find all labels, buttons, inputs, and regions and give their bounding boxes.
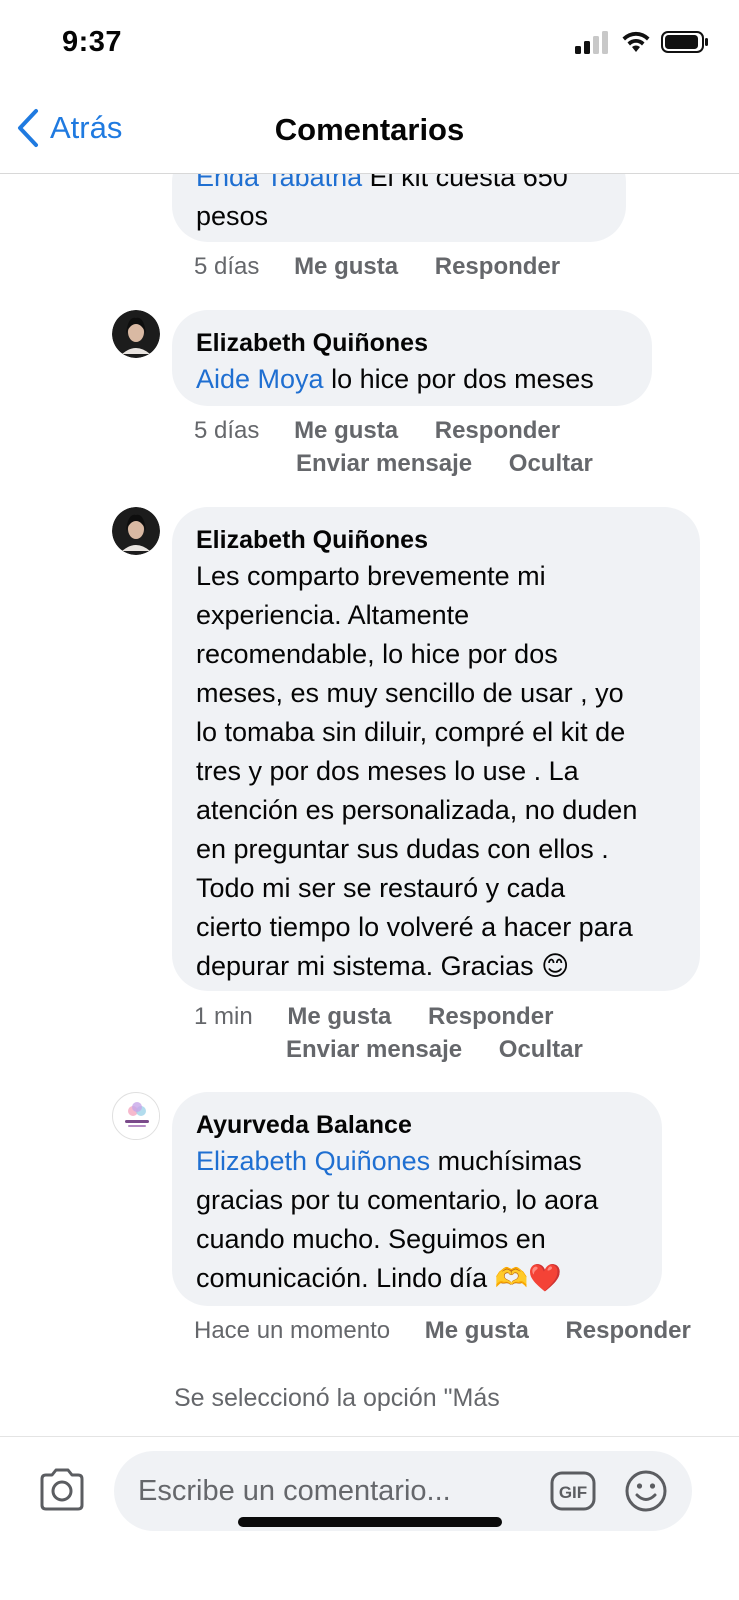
comment-meta: 5 días Me gusta Responder Enviar mensaje… xyxy=(194,414,634,480)
comments-list: Enda Tabatha El kit cuesta 650 pesos 5 d… xyxy=(0,174,739,1436)
send-message-button[interactable]: Enviar mensaje xyxy=(296,447,472,480)
comment-author[interactable]: Ayurveda Balance xyxy=(196,1108,638,1142)
like-button[interactable]: Me gusta xyxy=(294,250,398,283)
comment-text: Enda Tabatha El kit cuesta 650 pesos xyxy=(196,174,602,236)
reply-button[interactable]: Responder xyxy=(428,1000,553,1033)
avatar[interactable] xyxy=(112,310,160,358)
mention-link[interactable]: Elizabeth Quiñones xyxy=(196,1146,430,1176)
status-icons xyxy=(575,30,709,54)
like-button[interactable]: Me gusta xyxy=(294,414,398,447)
comment-author[interactable]: Elizabeth Quiñones xyxy=(196,326,628,360)
comment-time: Hace un momento xyxy=(194,1317,391,1344)
status-time: 9:37 xyxy=(62,26,123,58)
comment-author[interactable]: Elizabeth Quiñones xyxy=(196,523,676,557)
comment-meta: 5 días Me gusta Responder xyxy=(194,250,590,283)
comment-time: 1 min xyxy=(194,1003,253,1030)
comment-bubble: Enda Tabatha El kit cuesta 650 pesos xyxy=(172,174,626,242)
camera-icon xyxy=(40,1468,84,1511)
selection-notice: Se seleccionó la opción "Más xyxy=(174,1384,500,1412)
camera-button[interactable] xyxy=(38,1467,86,1516)
comment-meta: 1 min Me gusta Responder Enviar mensaje … xyxy=(194,1000,634,1066)
avatar[interactable] xyxy=(112,1092,160,1140)
reply-button[interactable]: Responder xyxy=(435,250,560,283)
like-button[interactable]: Me gusta xyxy=(425,1314,529,1347)
gif-icon: GIF xyxy=(550,1471,596,1511)
reply-button[interactable]: Responder xyxy=(565,1314,690,1347)
nav-bar: Atrás Comentarios xyxy=(0,90,739,174)
mention-link[interactable]: Enda Tabatha xyxy=(196,174,362,192)
comment-text: Les comparto brevemente mi experiencia. … xyxy=(196,561,638,981)
comment-bubble: Elizabeth Quiñones Aide Moya lo hice por… xyxy=(172,310,652,406)
hide-button[interactable]: Ocultar xyxy=(499,1033,583,1066)
page-title: Comentarios xyxy=(274,112,465,147)
comment-time: 5 días xyxy=(194,253,260,280)
signal-icon xyxy=(575,31,608,54)
svg-text:GIF: GIF xyxy=(559,1483,587,1502)
status-bar: 9:37 xyxy=(0,0,739,90)
home-indicator xyxy=(238,1517,502,1527)
comment-text: Elizabeth Quiñones muchísimas gracias po… xyxy=(196,1146,599,1293)
gif-button[interactable]: GIF xyxy=(550,1471,596,1516)
comment-bubble: Ayurveda Balance Elizabeth Quiñones much… xyxy=(172,1092,662,1306)
comment-text: Aide Moya lo hice por dos meses xyxy=(196,364,594,394)
smiley-icon xyxy=(625,1470,667,1512)
comment-composer: GIF xyxy=(0,1436,739,1600)
comment-time: 5 días xyxy=(194,417,260,444)
hide-button[interactable]: Ocultar xyxy=(509,447,593,480)
send-message-button[interactable]: Enviar mensaje xyxy=(286,1033,462,1066)
battery-icon xyxy=(661,31,708,53)
avatar[interactable] xyxy=(112,507,160,555)
reply-button[interactable]: Responder xyxy=(435,414,560,447)
comment-meta: Hace un momento Me gusta Responder xyxy=(194,1314,739,1347)
mention-link[interactable]: Aide Moya xyxy=(196,364,324,394)
comment-bubble: Elizabeth Quiñones Les comparto brevemen… xyxy=(172,507,700,991)
wifi-icon xyxy=(622,31,650,52)
like-button[interactable]: Me gusta xyxy=(287,1000,391,1033)
emoji-button[interactable] xyxy=(624,1469,668,1518)
